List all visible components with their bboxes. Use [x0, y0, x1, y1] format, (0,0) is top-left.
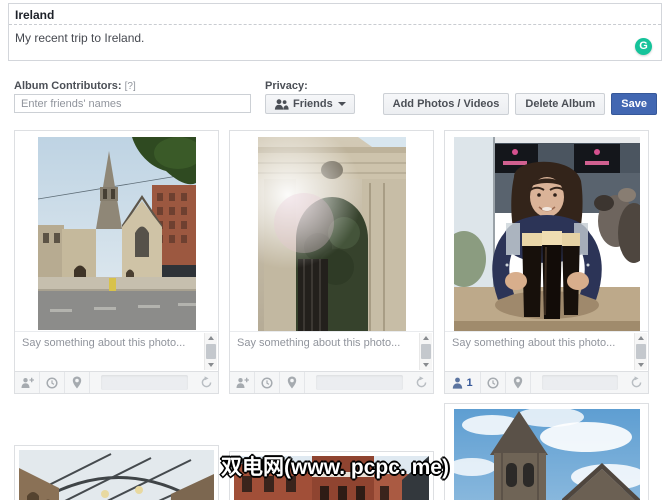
rotate-photo-button[interactable]: [624, 372, 648, 393]
photo-card-2: Say something about this photo...: [229, 130, 434, 394]
caption-scrollbar[interactable]: [204, 333, 217, 370]
scroll-thumb[interactable]: [421, 344, 431, 359]
location-button[interactable]: [280, 372, 305, 393]
contributors-help-link[interactable]: [?]: [125, 81, 136, 92]
toolbar-inset: [542, 375, 618, 390]
clock-icon: [261, 377, 273, 389]
photo-arch: [230, 131, 433, 331]
scroll-up-arrow-icon[interactable]: [635, 333, 647, 343]
scroll-down-arrow-icon[interactable]: [205, 360, 217, 370]
photo-caption-input[interactable]: Say something about this photo...: [230, 331, 433, 371]
rotate-photo-button[interactable]: [409, 372, 433, 393]
photo-caption-input[interactable]: Say something about this photo...: [445, 331, 648, 371]
photo-arcade: [19, 450, 214, 500]
album-title-input[interactable]: Ireland: [9, 4, 661, 25]
privacy-value: Friends: [293, 98, 333, 110]
tagged-count: 1: [466, 377, 472, 389]
tag-people-button[interactable]: [230, 372, 255, 393]
toolbar-inset: [316, 375, 403, 390]
scroll-thumb[interactable]: [636, 344, 646, 359]
clock-icon: [46, 377, 58, 389]
location-button[interactable]: [65, 372, 90, 393]
album-edit-page: Ireland My recent trip to Ireland. G Alb…: [0, 0, 670, 500]
scroll-down-arrow-icon[interactable]: [635, 360, 647, 370]
location-button[interactable]: [506, 372, 531, 393]
rotate-icon: [415, 376, 428, 389]
rotate-icon: [630, 376, 643, 389]
photo-church-tower: [445, 404, 648, 500]
contributors-label: Album Contributors: [?]: [14, 80, 136, 92]
privacy-label: Privacy:: [265, 80, 308, 92]
contributors-label-text: Album Contributors:: [14, 80, 122, 92]
tag-person-icon: [21, 377, 34, 389]
caption-scrollbar[interactable]: [634, 333, 647, 370]
watermark-text: 双电网(www. pcpc. me): [221, 451, 449, 481]
save-button[interactable]: Save: [611, 93, 657, 115]
album-info-box: Ireland My recent trip to Ireland. G: [8, 3, 662, 61]
location-pin-icon: [72, 376, 82, 389]
photo-toolbar: [15, 371, 218, 393]
toolbar-inset: [101, 375, 188, 390]
tagged-people-button[interactable]: 1: [445, 372, 481, 393]
friends-icon: [274, 99, 289, 110]
location-pin-icon: [513, 376, 523, 389]
date-button[interactable]: [40, 372, 65, 393]
delete-album-button[interactable]: Delete Album: [515, 93, 605, 115]
scroll-up-arrow-icon[interactable]: [420, 333, 432, 343]
location-pin-icon: [287, 376, 297, 389]
privacy-selector[interactable]: Friends: [265, 94, 355, 114]
date-button[interactable]: [481, 372, 506, 393]
clock-icon: [487, 377, 499, 389]
tagged-person-icon: [452, 377, 463, 389]
tag-people-button[interactable]: [15, 372, 40, 393]
rotate-icon: [200, 376, 213, 389]
photo-card-4: [14, 445, 219, 500]
caption-placeholder: Say something about this photo...: [445, 332, 648, 354]
tag-person-icon: [236, 377, 249, 389]
add-photos-videos-button[interactable]: Add Photos / Videos: [383, 93, 510, 115]
photo-guinness-girl: [445, 131, 648, 331]
photo-card-1: Say something about this photo...: [14, 130, 219, 394]
photo-toolbar: [230, 371, 433, 393]
album-action-buttons: Add Photos / Videos Delete Album Save: [383, 93, 657, 115]
photo-caption-input[interactable]: Say something about this photo...: [15, 331, 218, 371]
album-description-input[interactable]: My recent trip to Ireland.: [9, 25, 661, 51]
contributors-input[interactable]: [14, 94, 251, 113]
scroll-up-arrow-icon[interactable]: [205, 333, 217, 343]
caption-placeholder: Say something about this photo...: [230, 332, 433, 354]
caption-scrollbar[interactable]: [419, 333, 432, 370]
scroll-thumb[interactable]: [206, 344, 216, 359]
grammarly-icon[interactable]: G: [635, 38, 652, 55]
caption-placeholder: Say something about this photo...: [15, 332, 218, 354]
rotate-photo-button[interactable]: [194, 372, 218, 393]
date-button[interactable]: [255, 372, 280, 393]
scroll-down-arrow-icon[interactable]: [420, 360, 432, 370]
photo-toolbar: 1: [445, 371, 648, 393]
photo-card-3: Say something about this photo... 1: [444, 130, 649, 394]
photo-card-6: [444, 403, 649, 500]
chevron-down-icon: [338, 102, 346, 106]
photo-church-street: [15, 131, 218, 331]
